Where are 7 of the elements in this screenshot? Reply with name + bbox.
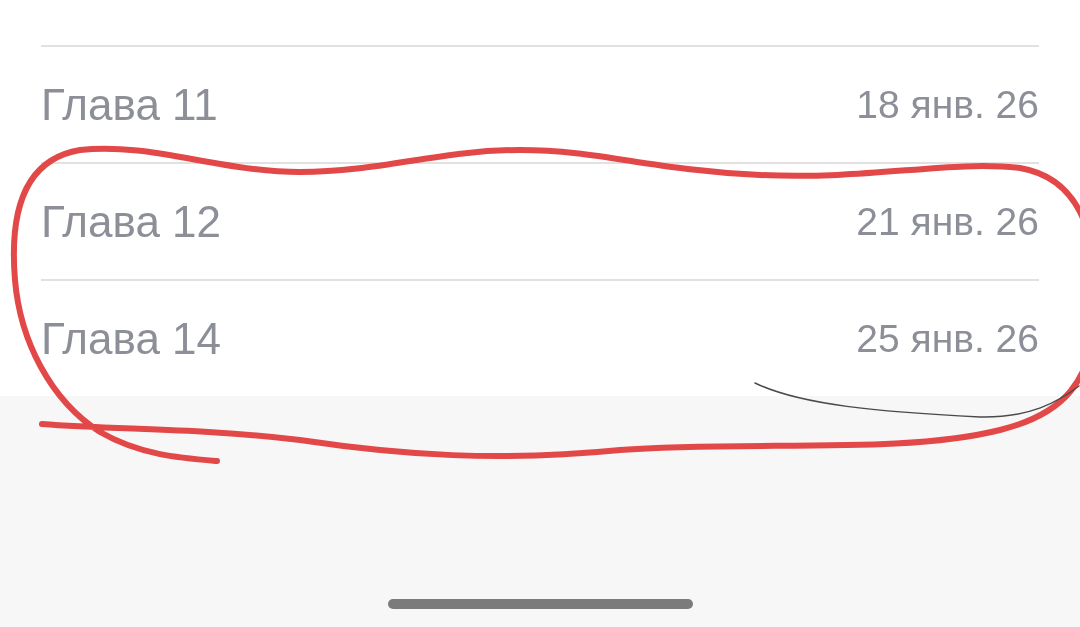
chapter-date: 18 янв. 26 <box>856 85 1039 124</box>
chapter-title[interactable]: Глава 12 <box>41 199 222 244</box>
chapter-title[interactable]: Глава 11 <box>41 82 218 127</box>
chapter-date: 21 янв. 26 <box>856 202 1039 241</box>
home-indicator[interactable] <box>387 599 693 609</box>
chapter-title[interactable]: Глава 14 <box>41 316 222 361</box>
chapter-date: 25 янв. 26 <box>856 319 1039 358</box>
